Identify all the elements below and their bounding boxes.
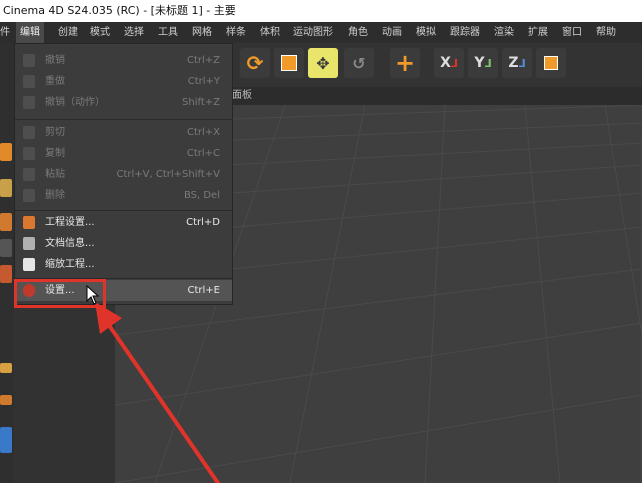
annotation-arrow xyxy=(95,302,220,483)
mouse-cursor-icon xyxy=(86,285,100,305)
